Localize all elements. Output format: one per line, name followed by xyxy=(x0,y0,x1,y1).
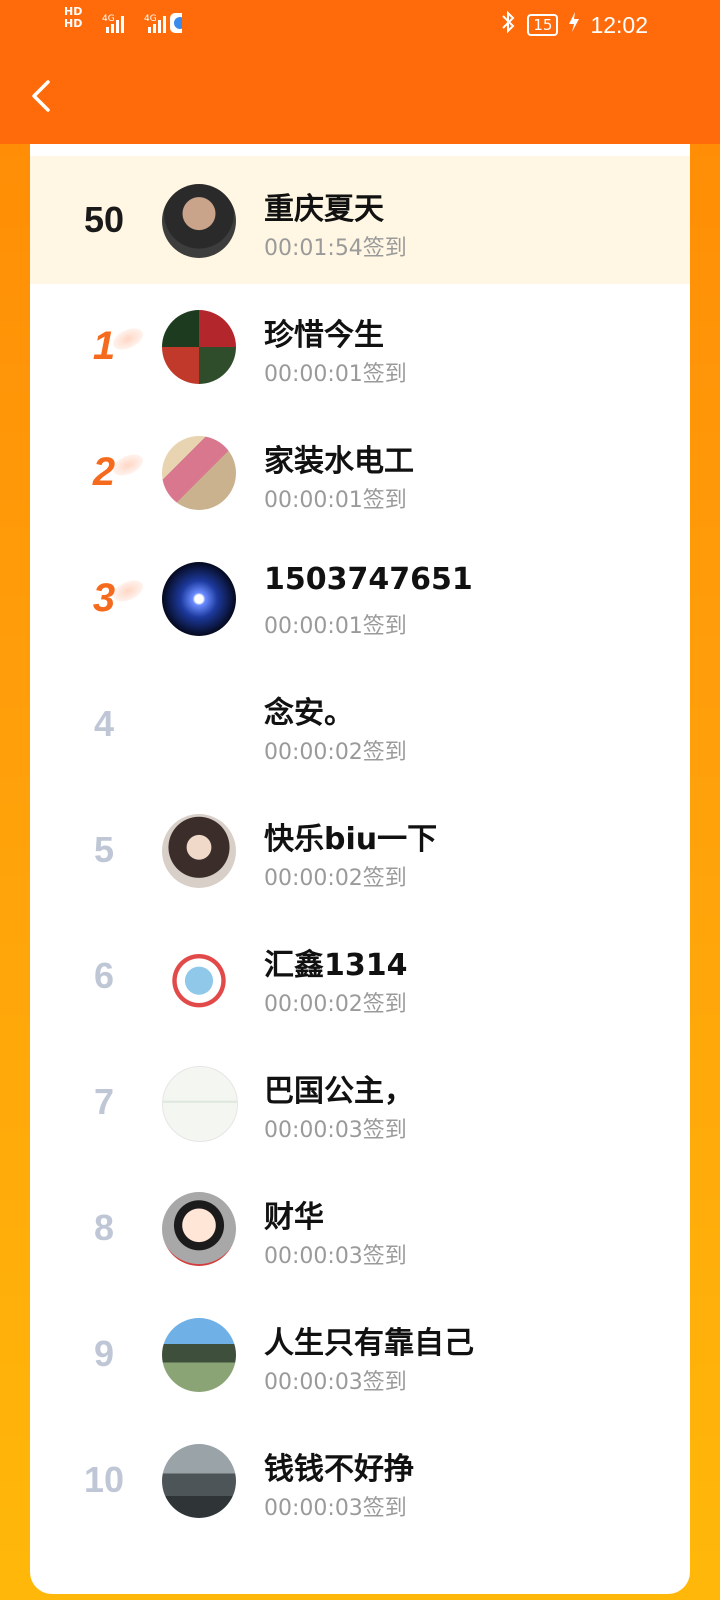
rank-medal-3: 3 xyxy=(66,534,147,662)
user-name: 人生只有靠自己 xyxy=(264,1326,474,1361)
app-bar xyxy=(0,48,720,144)
avatar[interactable] xyxy=(162,184,236,258)
back-button[interactable] xyxy=(24,74,64,118)
rank-number: 7 xyxy=(93,1081,115,1122)
list-item[interactable]: 2 家装水电工 00:00:01签到 xyxy=(30,408,690,536)
avatar[interactable] xyxy=(162,1318,236,1392)
self-rank-row[interactable]: 50 重庆夏天 00:01:54签到 xyxy=(30,156,690,284)
status-bar: HD HD 4G 4G 15 12:02 xyxy=(0,0,720,48)
checkin-time: 00:00:03签到 xyxy=(264,1496,407,1521)
rank-number: 1 xyxy=(92,323,116,368)
checkin-time: 00:00:03签到 xyxy=(264,1244,407,1269)
checkin-time: 00:00:01签到 xyxy=(264,488,407,513)
list-item[interactable]: 8 财华 00:00:03签到 xyxy=(30,1164,690,1292)
avatar[interactable] xyxy=(162,562,236,636)
user-name: 念安。 xyxy=(264,696,354,731)
rank-number: 6 xyxy=(93,955,115,996)
checkin-time: 00:01:54签到 xyxy=(264,236,407,261)
list-item[interactable]: 10 钱钱不好挣 00:00:03签到 xyxy=(30,1416,690,1544)
rank-number: 9 xyxy=(93,1333,115,1374)
list-item[interactable]: 6 汇鑫1314 00:00:02签到 xyxy=(30,912,690,1040)
ranking-card: 50 重庆夏天 00:01:54签到 1 珍惜今生 00:00:01签到 2 家… xyxy=(30,144,690,1594)
avatar[interactable] xyxy=(162,436,236,510)
rank-number: 10 xyxy=(83,1459,125,1500)
list-item[interactable]: 7 巴国公主， 00:00:03签到 xyxy=(30,1038,690,1166)
charging-icon xyxy=(568,11,580,39)
checkin-time: 00:00:01签到 xyxy=(264,362,407,387)
medal-swoosh-icon xyxy=(109,324,147,354)
checkin-time: 00:00:02签到 xyxy=(264,740,407,765)
rank-medal-1: 1 xyxy=(66,282,147,410)
rank-number: 50 xyxy=(83,199,125,240)
status-right: 15 12:02 xyxy=(499,10,648,40)
avatar[interactable] xyxy=(162,1066,238,1142)
user-name: 1503747651 xyxy=(264,562,473,597)
hd-indicators: HD HD xyxy=(64,6,82,30)
user-name: 快乐biu一下 xyxy=(264,822,438,857)
user-name: 财华 xyxy=(264,1200,324,1235)
list-item[interactable]: 1 珍惜今生 00:00:01签到 xyxy=(30,282,690,410)
user-name: 汇鑫1314 xyxy=(264,948,408,983)
user-name: 巴国公主， xyxy=(264,1074,414,1109)
rank-medal-2: 2 xyxy=(66,408,147,536)
chevron-left-icon xyxy=(32,80,50,112)
medal-swoosh-icon xyxy=(109,450,147,480)
user-name: 重庆夏天 xyxy=(264,192,384,227)
signal-label-1: 4G xyxy=(102,14,115,24)
bluetooth-icon xyxy=(499,10,517,40)
hd-icon: HD xyxy=(64,17,83,30)
avatar[interactable] xyxy=(162,1444,236,1518)
rank-number: 2 xyxy=(92,449,116,494)
rank-number: 5 xyxy=(93,829,115,870)
checkin-time: 00:00:03签到 xyxy=(264,1118,407,1143)
signal-icon: 4G 4G xyxy=(102,13,182,33)
rank-number: 4 xyxy=(93,703,115,744)
list-item[interactable]: 4 念安。 00:00:02签到 xyxy=(30,660,690,788)
status-time: 12:02 xyxy=(590,11,648,38)
rank-number: 3 xyxy=(92,575,116,620)
checkin-time: 00:00:02签到 xyxy=(264,992,407,1017)
user-name: 钱钱不好挣 xyxy=(264,1452,414,1487)
list-item[interactable]: 3 1503747651 00:00:01签到 xyxy=(30,534,690,662)
battery-icon: 15 xyxy=(527,14,559,36)
list-item[interactable]: 5 快乐biu一下 00:00:02签到 xyxy=(30,786,690,914)
checkin-time: 00:00:02签到 xyxy=(264,866,407,891)
checkin-time: 00:00:01签到 xyxy=(264,614,407,639)
user-name: 珍惜今生 xyxy=(264,318,384,353)
list-item[interactable]: 9 人生只有靠自己 00:00:03签到 xyxy=(30,1290,690,1418)
checkin-time: 00:00:03签到 xyxy=(264,1370,407,1395)
user-name: 家装水电工 xyxy=(264,444,414,479)
avatar[interactable] xyxy=(162,310,236,384)
avatar[interactable] xyxy=(162,1192,236,1266)
signal-label-2: 4G xyxy=(144,14,157,24)
avatar[interactable] xyxy=(162,940,236,1014)
medal-swoosh-icon xyxy=(109,576,147,606)
avatar[interactable] xyxy=(162,814,236,888)
rank-number: 8 xyxy=(93,1207,115,1248)
